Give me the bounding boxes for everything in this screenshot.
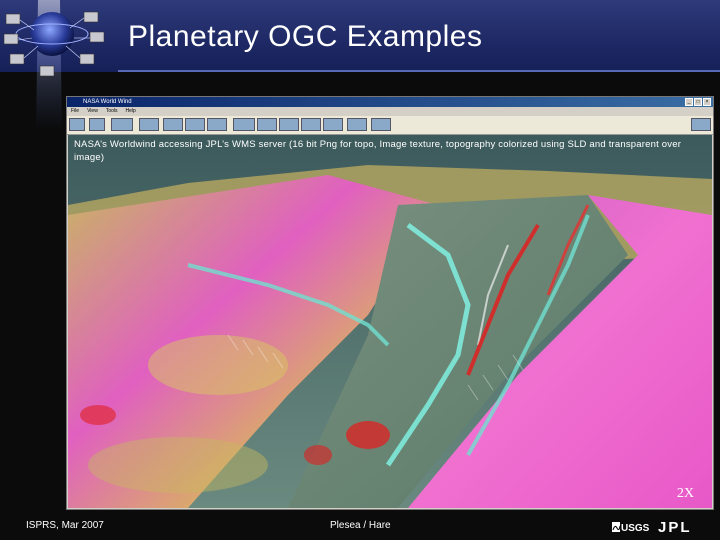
toolbar-button-12[interactable] xyxy=(323,118,343,131)
menu-bar: File View Tools Help xyxy=(67,107,713,116)
terrain-render xyxy=(68,135,712,508)
minimize-icon[interactable]: _ xyxy=(685,98,693,106)
toolbar-button-14[interactable] xyxy=(371,118,391,131)
toolbar-button-13[interactable] xyxy=(347,118,367,131)
toolbar-button-3[interactable] xyxy=(111,118,133,131)
footer-authors: Plesea / Hare xyxy=(330,520,391,531)
menu-view[interactable]: View xyxy=(87,107,98,116)
close-icon[interactable]: × xyxy=(703,98,711,106)
toolbar-button-8[interactable] xyxy=(233,118,255,131)
menu-file[interactable]: File xyxy=(71,107,79,116)
toolbar-button-4[interactable] xyxy=(139,118,159,131)
window-titlebar[interactable]: NASA World Wind _ □ × xyxy=(67,97,713,107)
header-rule xyxy=(118,70,720,72)
window-title: NASA World Wind xyxy=(83,99,132,105)
world-wind-window: NASA World Wind _ □ × File View Tools He… xyxy=(66,96,714,510)
menu-help[interactable]: Help xyxy=(126,107,136,116)
toolbar-button-11[interactable] xyxy=(301,118,321,131)
toolbar-button-9[interactable] xyxy=(257,118,277,131)
slide-title: Planetary OGC Examples xyxy=(128,20,483,53)
toolbar-button-5[interactable] xyxy=(163,118,183,131)
usgs-logo: USGS xyxy=(612,522,650,534)
maximize-icon[interactable]: □ xyxy=(694,98,702,106)
toolbar-button-right[interactable] xyxy=(691,118,711,131)
toolbar-button-6[interactable] xyxy=(185,118,205,131)
zoom-label: 2X xyxy=(676,486,694,501)
viewport-caption: NASA’s Worldwind accessing JPL’s WMS ser… xyxy=(74,139,682,163)
svg-text:USGS: USGS xyxy=(621,523,650,534)
globe-viewport[interactable]: NASA’s Worldwind accessing JPL’s WMS ser… xyxy=(68,135,712,508)
menu-tools[interactable]: Tools xyxy=(106,107,118,116)
toolbar-button-1[interactable] xyxy=(69,118,85,131)
footer-event: ISPRS, Mar 2007 xyxy=(26,520,104,531)
svg-text:JPL: JPL xyxy=(658,519,692,534)
jpl-logo: JPL xyxy=(658,519,692,534)
window-controls: _ □ × xyxy=(685,98,711,106)
toolbar-button-2[interactable] xyxy=(89,118,105,131)
toolbar-button-10[interactable] xyxy=(279,118,299,131)
toolbar-button-7[interactable] xyxy=(207,118,227,131)
toolbar xyxy=(67,116,713,135)
